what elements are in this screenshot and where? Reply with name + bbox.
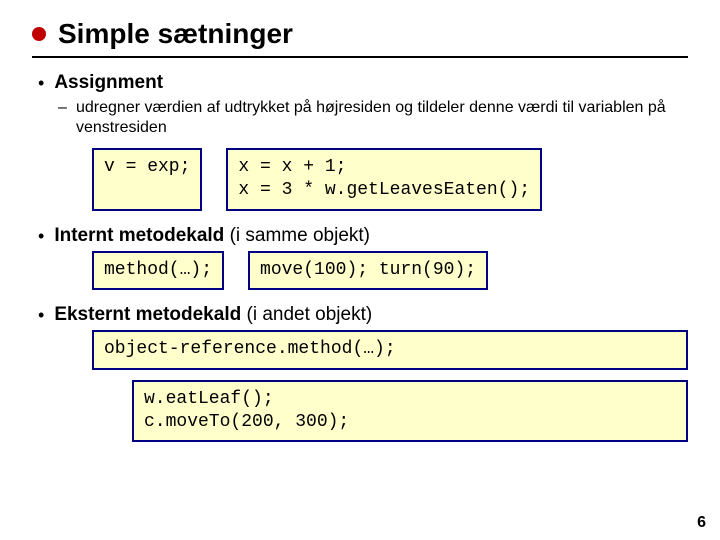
section-internal: • Internt metodekald (i samme objekt) me… [32,225,688,290]
external-syntax-box: object-reference.method(…); [92,330,688,369]
external-heading-rest: (i andet objekt) [241,304,372,325]
bullet-dot-icon: • [38,304,44,326]
section-external: • Eksternt metodekald (i andet objekt) o… [32,304,688,442]
internal-heading-rest: (i samme objekt) [224,225,370,246]
internal-example-box: move(100); turn(90); [248,251,488,290]
external-example-box: w.eatLeaf(); c.moveTo(200, 300); [132,380,688,443]
internal-code-row: method(…); move(100); turn(90); [92,251,688,290]
dash-icon: – [58,98,76,118]
internal-heading-bold: Internt metodekald [54,225,224,246]
bullet-external: • Eksternt metodekald (i andet objekt) [38,304,688,326]
assignment-sub-text: udregner værdien af udtrykket på højresi… [76,99,666,136]
bullet-dot-icon: • [38,72,44,94]
assignment-description: –udregner værdien af udtrykket på højres… [76,98,688,138]
slide-title-row: Simple sætninger [32,18,688,58]
external-syntax-row: object-reference.method(…); [92,330,688,369]
assignment-heading: Assignment [54,72,163,94]
assignment-code-row: v = exp; x = x + 1; x = 3 * w.getLeavesE… [92,148,688,211]
section-assignment: • Assignment –udregner værdien af udtryk… [32,72,688,211]
bullet-dot-icon: • [38,225,44,247]
slide-title: Simple sætninger [58,18,293,50]
page-number: 6 [697,514,706,532]
assignment-example-box: x = x + 1; x = 3 * w.getLeavesEaten(); [226,148,542,211]
internal-syntax-box: method(…); [92,251,224,290]
external-heading: Eksternt metodekald (i andet objekt) [54,304,372,326]
external-heading-bold: Eksternt metodekald [54,304,241,325]
assignment-syntax-box: v = exp; [92,148,202,211]
bullet-assignment: • Assignment [38,72,688,94]
external-example-row: w.eatLeaf(); c.moveTo(200, 300); [132,380,688,443]
internal-heading: Internt metodekald (i samme objekt) [54,225,370,247]
title-bullet-icon [32,27,46,41]
bullet-internal: • Internt metodekald (i samme objekt) [38,225,688,247]
